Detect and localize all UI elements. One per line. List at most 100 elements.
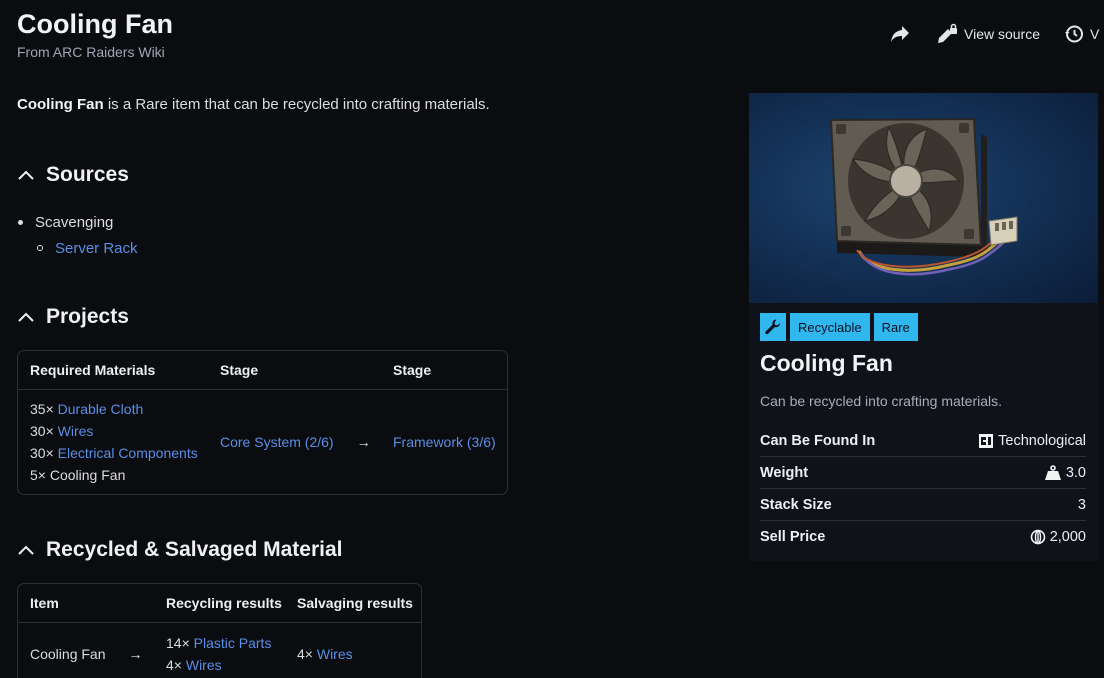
coin-icon	[1030, 529, 1046, 545]
list-item: Scavenging	[18, 212, 138, 232]
share-button[interactable]	[890, 25, 910, 43]
material-name: Cooling Fan	[49, 467, 126, 483]
infobox-description: Can be recycled into crafting materials.	[760, 393, 1002, 409]
property-key: Can Be Found In	[760, 432, 876, 449]
projects-heading[interactable]: Projects	[17, 305, 129, 329]
item-cell: Cooling Fan →	[18, 646, 154, 662]
found-in-value[interactable]: Technological	[998, 433, 1086, 449]
durable-cloth-link[interactable]: Durable Cloth	[58, 401, 144, 417]
recycled-table: Item Recycling results Salvaging results…	[17, 583, 422, 678]
property-row: Can Be Found In Technological	[760, 425, 1086, 457]
weight-value: 3.0	[1065, 464, 1086, 481]
table-row: 35× Durable Cloth 30× Wires 30× Electric…	[18, 390, 507, 494]
material-line: 5× Cooling Fan	[30, 464, 208, 486]
wrench-icon	[765, 319, 781, 335]
technological-icon	[979, 433, 994, 448]
list-item: Server Rack	[37, 238, 138, 258]
recycling-cell: 14× Plastic Parts 4× Wires	[154, 632, 287, 676]
history-label: V	[1090, 26, 1100, 42]
property-value: 3.0	[1044, 465, 1086, 481]
property-key: Stack Size	[760, 496, 832, 513]
source-label: Scavenging	[35, 213, 114, 231]
core-system-link[interactable]: Core System (2/6)	[220, 434, 334, 450]
chevron-up-icon	[18, 312, 34, 322]
edit-lock-icon	[938, 23, 957, 43]
intro-paragraph: Cooling Fan is a Rare item that can be r…	[17, 96, 490, 113]
chevron-up-icon	[18, 545, 34, 555]
arrow-right-icon: →	[356, 434, 371, 450]
server-rack-link[interactable]: Server Rack	[55, 240, 138, 257]
material-line: 30× Wires	[30, 420, 208, 442]
electrical-components-link[interactable]: Electrical Components	[58, 445, 198, 461]
sell-price-value: 2,000	[1049, 529, 1086, 545]
projects-table: Required Materials Stage Stage 35× Durab…	[17, 350, 508, 495]
property-value: 2,000	[1030, 529, 1086, 545]
framework-link[interactable]: Framework (3/6)	[393, 434, 496, 450]
infobox-title: Cooling Fan	[760, 350, 893, 376]
intro-text: is a Rare item that can be recycled into…	[103, 96, 490, 113]
property-value: Technological	[978, 433, 1086, 449]
view-source-button[interactable]: View source	[936, 23, 1040, 45]
history-button[interactable]: V	[1064, 24, 1099, 44]
item-infobox: Recyclable Rare Cooling Fan Can be recyc…	[749, 93, 1098, 561]
property-row: Weight 3.0	[760, 457, 1086, 489]
column-header: Stage	[220, 362, 259, 378]
intro-item-name: Cooling Fan	[17, 96, 104, 113]
property-key: Sell Price	[760, 529, 826, 545]
infobox-properties: Can Be Found In Technological Weight 3.0…	[760, 425, 1086, 553]
property-row: Stack Size 3	[760, 489, 1086, 521]
item-image	[749, 93, 1098, 303]
table-row: Cooling Fan → 14× Plastic Parts 4× Wires…	[18, 623, 421, 678]
material-qty: 35×	[30, 401, 54, 417]
stage-cell: Core System (2/6) →	[208, 434, 381, 450]
sources-list: Scavenging Server Rack	[18, 212, 138, 258]
chevron-up-icon	[18, 170, 34, 180]
stack-size-value: 3	[1077, 496, 1086, 513]
rarity-badge[interactable]: Rare	[873, 313, 918, 341]
recyclable-badge-icon-box	[760, 313, 786, 341]
page-actions: View source V	[890, 23, 1099, 45]
history-icon	[1065, 25, 1084, 43]
table-header: Required Materials Stage Stage	[18, 351, 507, 390]
result-qty: 4×	[297, 646, 313, 662]
result-qty: 4×	[166, 657, 182, 673]
property-key: Weight	[760, 464, 809, 481]
wires-link[interactable]: Wires	[186, 657, 222, 673]
projects-heading-label: Projects	[46, 305, 129, 328]
recycled-heading[interactable]: Recycled & Salvaged Material	[17, 538, 342, 562]
result-qty: 14×	[166, 635, 190, 651]
material-qty: 30×	[30, 445, 54, 461]
column-header: Stage	[393, 362, 432, 378]
materials-cell: 35× Durable Cloth 30× Wires 30× Electric…	[18, 398, 208, 486]
salvaging-cell: 4× Wires	[287, 646, 421, 662]
bullet-ring-icon	[37, 245, 43, 251]
result-line: 4× Wires	[166, 654, 287, 676]
sources-heading-label: Sources	[46, 163, 129, 186]
page-title: Cooling Fan	[17, 9, 173, 39]
plastic-parts-link[interactable]: Plastic Parts	[194, 635, 272, 651]
material-qty: 5×	[30, 467, 46, 483]
weight-icon	[1044, 464, 1061, 480]
table-header: Item Recycling results Salvaging results	[18, 584, 421, 623]
sources-heading[interactable]: Sources	[17, 163, 129, 187]
share-icon	[891, 26, 909, 42]
column-header: Recycling results	[166, 595, 282, 611]
bullet-icon	[18, 219, 23, 225]
stage-cell: Framework (3/6)	[381, 434, 507, 450]
column-header: Salvaging results	[297, 595, 413, 611]
material-line: 30× Electrical Components	[30, 442, 208, 464]
material-line: 35× Durable Cloth	[30, 398, 208, 420]
wires-link[interactable]: Wires	[317, 646, 353, 662]
material-qty: 30×	[30, 423, 54, 439]
result-line: 14× Plastic Parts	[166, 632, 287, 654]
recyclable-badge[interactable]: Recyclable	[790, 313, 870, 341]
item-name: Cooling Fan	[30, 646, 106, 662]
property-row: Sell Price 2,000	[760, 521, 1086, 553]
view-source-label: View source	[964, 26, 1041, 42]
cooling-fan-image	[829, 117, 1018, 276]
wires-link[interactable]: Wires	[58, 423, 94, 439]
column-header: Item	[30, 595, 59, 611]
recycled-heading-label: Recycled & Salvaged Material	[46, 538, 343, 561]
column-header: Required Materials	[30, 362, 156, 378]
arrow-right-icon: →	[128, 646, 143, 662]
